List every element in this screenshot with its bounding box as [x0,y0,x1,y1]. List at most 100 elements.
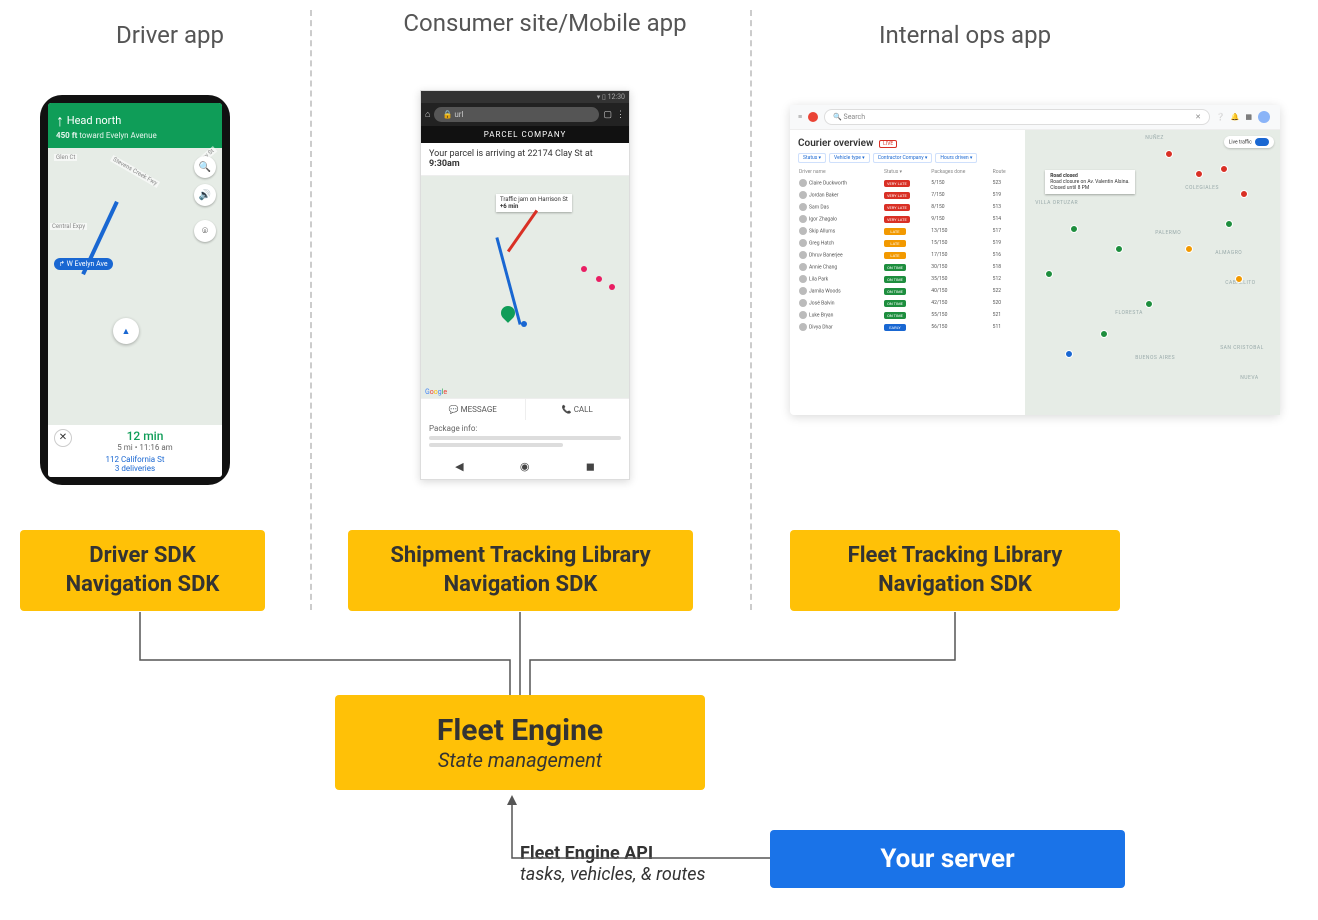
table-row: Divya DharEARLY56/150511 [798,321,1017,333]
call-button: 📞 CALL [526,399,630,420]
sdk-line: Navigation SDK [356,571,685,600]
avatar [799,251,807,259]
street-chip: ↱ W Evelyn Ave [54,258,113,270]
table-row: Igor ZhagaloVERY LATE9/150514 [798,213,1017,225]
avatar [799,275,807,283]
map-district-label: VILLA ORTUZAR [1035,200,1078,206]
vehicle-dot-green [1070,225,1078,233]
status-badge: ON TIME [884,300,906,307]
sdk-line: Shipment Tracking Library [356,542,685,571]
divider-1 [310,10,312,610]
vehicle-dot-green [1045,270,1053,278]
skeleton-line [429,443,563,447]
status-badge: VERY LATE [884,204,910,211]
status-badge: LATE [884,252,906,259]
status-badge: ON TIME [884,312,906,319]
filter-chip: Vehicle type ▾ [829,153,870,163]
column-title-driver: Driver app [20,20,320,51]
sdk-box-consumer: Shipment Tracking Library Navigation SDK [348,530,693,611]
status-badge: VERY LATE [884,192,910,199]
destination: 112 California St [52,455,218,464]
map-district-label: SAN CRISTOBAL [1220,345,1264,351]
vehicle-dot-red [1165,150,1173,158]
live-badge: LIVE [879,140,897,148]
status-badge: VERY LATE [884,180,910,187]
status-badge: ON TIME [884,264,906,271]
consumer-map: Traffic jam on Harrison St +6 min Google [421,176,629,398]
volume-icon: 🔊 [194,184,216,206]
message-label: MESSAGE [461,405,497,414]
avatar [799,311,807,319]
fleet-engine-box: Fleet Engine State management [335,695,705,790]
sdk-box-ops: Fleet Tracking Library Navigation SDK [790,530,1120,611]
waypoint-dot [609,284,615,290]
status-time: 12:30 [608,93,625,101]
eta-panel: ✕ 12 min 5 mi • 11:16 am 112 California … [48,425,222,477]
vehicle-dot-red [1195,170,1203,178]
search-placeholder: Search [844,113,866,121]
recents-icon: ◼ [586,460,595,473]
table-header: Status ▾ [883,167,930,177]
home-nav-icon: ◉ [520,460,530,473]
vehicle-dot-red [1220,165,1228,173]
search-icon: 🔍 [194,156,216,178]
package-info-label: Package info: [429,424,621,433]
api-title: Fleet Engine API [520,843,705,864]
map-district-label: NUÑEZ [1145,135,1164,141]
tip-body: Road closure on Av. Valentin Alsina. Clo… [1050,179,1129,191]
driver-phone: ↑ Head north 450 ft toward Evelyn Avenue… [40,95,230,485]
nav-direction: Head north [67,114,122,127]
table-row: Jamila WoodsON TIME40/150522 [798,285,1017,297]
avatar [799,299,807,307]
consumer-browser: ▾ ▯ 12:30 ⌂ 🔒 url ▢ ⋮ PARCEL COMPANY You… [420,90,630,480]
back-icon: ◀ [455,460,463,473]
table-row: Annie ChangON TIME30/150518 [798,261,1017,273]
status-badge: LATE [884,228,906,235]
android-nav: ◀ ◉ ◼ [421,454,629,479]
traffic-jam-line [507,210,538,253]
bell-icon: 🔔 [1231,113,1240,121]
live-traffic-toggle: Live traffic [1224,136,1274,148]
table-row: Skip AllumsLATE13/150517 [798,225,1017,237]
toggle-icon [1255,138,1269,146]
server-label: Your server [880,844,1014,874]
tabs-icon: ▢ [603,110,612,120]
table-row: Greg HatchLATE15/150519 [798,237,1017,249]
avatar [799,287,807,295]
column-title-ops: Internal ops app [815,20,1115,51]
sdk-line: Navigation SDK [798,571,1112,600]
street-label: Stevens Creek Fwy [110,155,160,188]
table-row: Jordan BakerVERY LATE7/150519 [798,189,1017,201]
status-bar: ▾ ▯ 12:30 [421,91,629,103]
column-title-consumer: Consumer site/Mobile app [395,8,695,39]
vehicle-dot-green [1145,300,1153,308]
vehicle-dot-green [1115,245,1123,253]
apps-icon: ▦ [1245,113,1252,121]
nav-distance: 450 ft [56,131,77,140]
road-closed-tooltip: Road closed Road closure on Av. Valentin… [1045,170,1135,194]
menu-icon: ≡ [798,113,802,121]
vehicle-dot-blue [1065,350,1073,358]
traffic-tooltip: Traffic jam on Harrison St +6 min [496,194,572,212]
traffic-eta: +6 min [500,203,518,210]
engine-subtitle: State management [345,748,695,772]
table-title: Courier overview [798,138,873,149]
google-logo: Google [425,388,447,396]
street-label: Central Expy [50,223,87,230]
call-label: CALL [574,405,593,414]
avatar [799,227,807,235]
table-header: Driver name [798,167,883,177]
avatar [799,263,807,271]
location-cursor-icon: ▲ [113,318,139,344]
message-button: 💬 MESSAGE [421,399,526,420]
ops-map: Live traffic Road closed Road closure on… [1025,130,1280,415]
home-icon: ⌂ [425,109,430,120]
url-text: url [454,110,463,119]
status-badge: ON TIME [884,288,906,295]
traffic-tip-text: Traffic jam on Harrison St [500,196,568,203]
notice-time: 9:30am [429,159,460,169]
table-header: Route [992,167,1018,177]
sdk-box-driver: Driver SDK Navigation SDK [20,530,265,611]
engine-title: Fleet Engine [345,713,695,748]
eta-time: 12 min [52,429,218,443]
